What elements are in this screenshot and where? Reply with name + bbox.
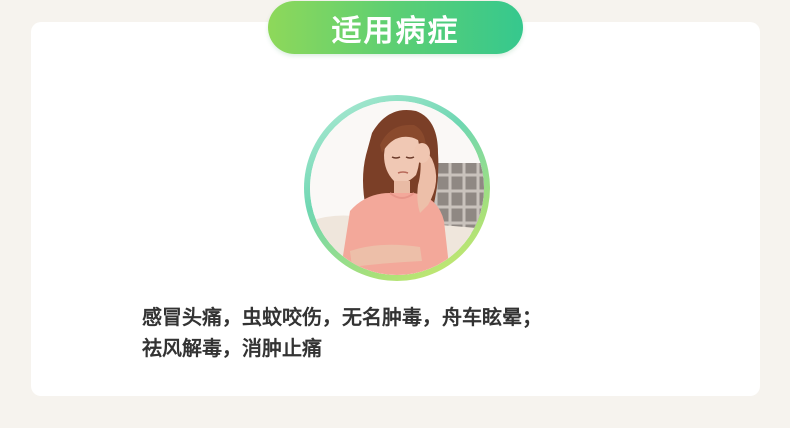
illustration-ring: [304, 95, 490, 281]
indications-line-2: 祛风解毒，消肿止痛: [142, 336, 322, 360]
woman-headache-photo-icon: [310, 101, 484, 275]
indications-line-1: 感冒头痛，虫蚊咬伤，无名肿毒，舟车眩晕；: [142, 305, 542, 329]
section-title: 适用病症: [331, 13, 460, 49]
section-title-badge: 适用病症: [268, 1, 523, 54]
indications-text: 感冒头痛，虫蚊咬伤，无名肿毒，舟车眩晕； 祛风解毒，消肿止痛: [142, 302, 662, 364]
